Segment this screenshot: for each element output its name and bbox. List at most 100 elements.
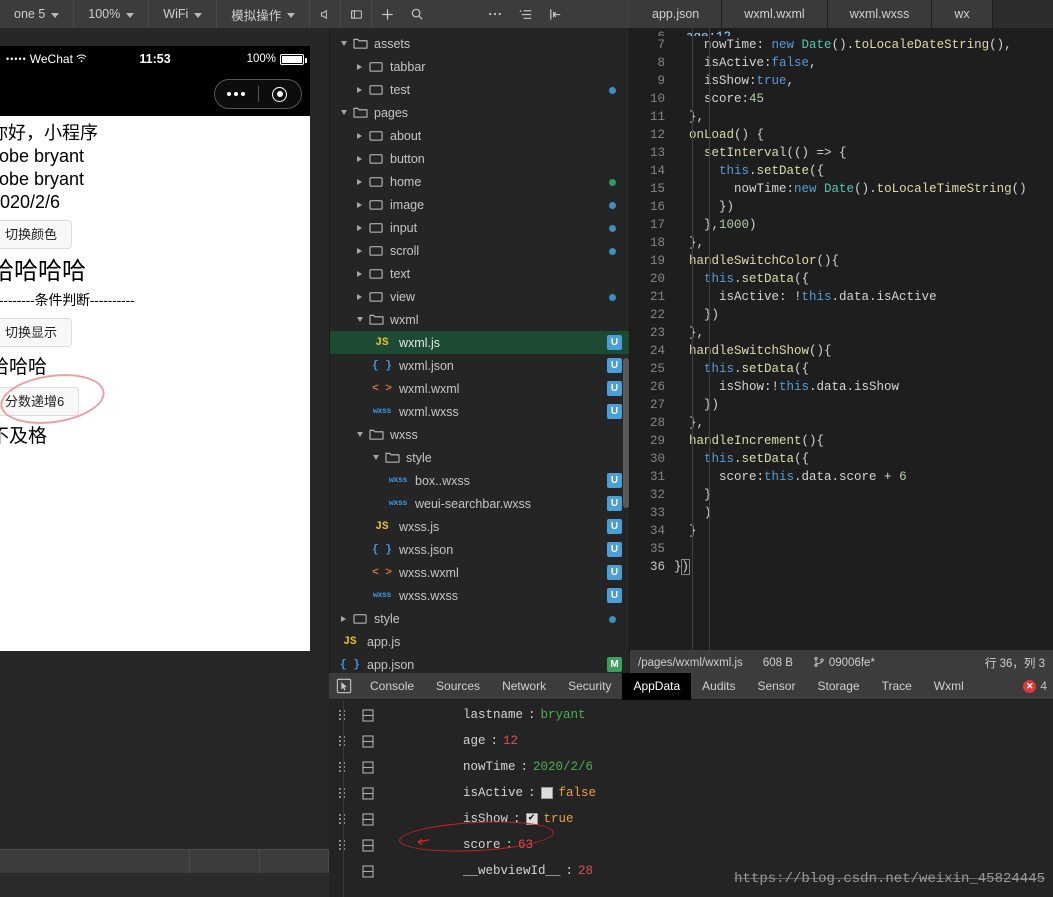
tab-app-json[interactable]: app.json: [630, 0, 723, 28]
file-tree-row-box-wxss[interactable]: wxss box..wxss U: [329, 469, 630, 492]
code-line-7[interactable]: 7 nowTime: new Date().toLocaleDateString…: [630, 36, 1053, 54]
capsule-button[interactable]: [214, 79, 302, 109]
chevron-down-icon[interactable]: [337, 32, 350, 55]
code-line-17[interactable]: 17 },1000): [630, 216, 1053, 234]
file-tree-row-wxml-wxml[interactable]: < > wxml.wxml U: [329, 377, 630, 400]
code-line-16[interactable]: 16 }): [630, 198, 1053, 216]
node-toggle-icon[interactable]: [355, 708, 381, 722]
appdata-value[interactable]: 28: [578, 864, 593, 878]
code-line-25[interactable]: 25 this.setData({: [630, 360, 1053, 378]
checkbox-checked-icon[interactable]: ✔: [525, 813, 538, 825]
more-icon[interactable]: [480, 0, 510, 28]
file-tree-row-pages[interactable]: pages: [329, 101, 630, 124]
appdata-value[interactable]: false: [559, 786, 597, 800]
file-tree-row-image[interactable]: image: [329, 193, 630, 216]
appdata-row-score[interactable]: score:63: [329, 832, 1053, 858]
code-line-27[interactable]: 27 }): [630, 396, 1053, 414]
chevron-right-icon[interactable]: [353, 78, 366, 101]
list-icon[interactable]: [510, 0, 540, 28]
drag-handle-icon[interactable]: [329, 762, 355, 772]
file-tree-row-scroll[interactable]: scroll: [329, 239, 630, 262]
debugger-tab-network[interactable]: Network: [491, 673, 557, 700]
switch-show-button[interactable]: 切换显示: [0, 318, 73, 347]
chevron-right-icon[interactable]: [353, 193, 366, 216]
chevron-right-icon[interactable]: [337, 607, 350, 630]
code-line-22[interactable]: 22 }): [630, 306, 1053, 324]
file-tree-row-text[interactable]: text: [329, 262, 630, 285]
file-tree-row-style[interactable]: style: [329, 607, 630, 630]
code-line-34[interactable]: 34 }: [630, 522, 1053, 540]
inspect-cursor-icon[interactable]: [329, 678, 359, 694]
code-line-23[interactable]: 23 },: [630, 324, 1053, 342]
file-tree-row-wxss[interactable]: wxss: [329, 423, 630, 446]
node-toggle-icon[interactable]: [355, 864, 381, 878]
file-tree-row-assets[interactable]: assets: [329, 32, 630, 55]
phone-preview[interactable]: ••••• WeChat 11:53 100% 你好，小程序 obe bryan…: [0, 46, 310, 651]
status-branch[interactable]: 09006fe*: [813, 656, 875, 671]
increment-score-button[interactable]: 分数递增6: [0, 387, 80, 416]
panel-divider-left[interactable]: [329, 28, 330, 673]
code-line-24[interactable]: 24 handleSwitchShow(){: [630, 342, 1053, 360]
capsule-close-icon[interactable]: [259, 86, 302, 102]
code-line-14[interactable]: 14 this.setDate({: [630, 162, 1053, 180]
drag-handle-icon[interactable]: [329, 736, 355, 746]
drag-handle-icon[interactable]: [329, 710, 355, 720]
appdata-row-lastname[interactable]: lastname: bryant: [329, 702, 1053, 728]
debugger-tab-console[interactable]: Console: [359, 673, 425, 700]
chevron-right-icon[interactable]: [353, 285, 366, 308]
error-counter[interactable]: ✕ 4: [1023, 679, 1053, 693]
code-line-28[interactable]: 28 },: [630, 414, 1053, 432]
chevron-right-icon[interactable]: [353, 216, 366, 239]
code-line-29[interactable]: 29 handleIncrement(){: [630, 432, 1053, 450]
chevron-right-icon[interactable]: [353, 147, 366, 170]
code-line-19[interactable]: 19 handleSwitchColor(){: [630, 252, 1053, 270]
file-tree-row-home[interactable]: home: [329, 170, 630, 193]
file-tree-row-test[interactable]: test: [329, 78, 630, 101]
code-line-12[interactable]: 12 onLoad() {: [630, 126, 1053, 144]
debugger-tab-audits[interactable]: Audits: [691, 673, 746, 700]
debugger-tab-sources[interactable]: Sources: [425, 673, 491, 700]
file-tree-row-wxss-wxss[interactable]: wxss wxss.wxss U: [329, 584, 630, 607]
code-line-18[interactable]: 18 },: [630, 234, 1053, 252]
code-line-31[interactable]: 31 score:this.data.score + 6: [630, 468, 1053, 486]
file-tree-row-input[interactable]: input: [329, 216, 630, 239]
debugger-tab-sensor[interactable]: Sensor: [747, 673, 807, 700]
code-line-36[interactable]: 36}): [630, 558, 1053, 576]
file-tree-row-wxss-json[interactable]: { } wxss.json U: [329, 538, 630, 561]
tab-wxml-wxss[interactable]: wxml.wxss: [827, 0, 933, 28]
chevron-down-icon[interactable]: [337, 101, 350, 124]
code-line-10[interactable]: 10 score:45: [630, 90, 1053, 108]
file-tree-row-style[interactable]: style: [329, 446, 630, 469]
appdata-value[interactable]: 2020/2/6: [533, 760, 593, 774]
chevron-down-icon[interactable]: [353, 423, 366, 446]
chevron-right-icon[interactable]: [353, 124, 366, 147]
search-icon[interactable]: [402, 0, 432, 28]
file-tree-row-weui-searchbar-wxss[interactable]: wxss weui-searchbar.wxss U: [329, 492, 630, 515]
code-line-26[interactable]: 26 isShow:!this.data.isShow: [630, 378, 1053, 396]
node-toggle-icon[interactable]: [355, 812, 381, 826]
code-line-11[interactable]: 11 },: [630, 108, 1053, 126]
code-line-15[interactable]: 15 nowTime:new Date().toLocaleTimeString…: [630, 180, 1053, 198]
code-editor[interactable]: 6 age:12, 7 nowTime: new Date().toLocale…: [630, 28, 1053, 650]
file-explorer[interactable]: assets tabbar test pages about button home imag…: [329, 28, 630, 673]
chevron-right-icon[interactable]: [353, 262, 366, 285]
code-line-21[interactable]: 21 isActive: !this.data.isActive: [630, 288, 1053, 306]
file-tree-row-wxml-wxss[interactable]: wxss wxml.wxss U: [329, 400, 630, 423]
panel-toggle-icon[interactable]: [540, 0, 570, 28]
volume-icon[interactable]: [310, 0, 340, 28]
code-line-13[interactable]: 13 setInterval(() => {: [630, 144, 1053, 162]
panel-divider-right[interactable]: [629, 28, 630, 673]
appdata-value[interactable]: bryant: [541, 708, 586, 722]
checkbox-unchecked-icon[interactable]: [540, 787, 553, 799]
drag-handle-icon[interactable]: [329, 788, 355, 798]
file-tree-row-view[interactable]: view: [329, 285, 630, 308]
chevron-right-icon[interactable]: [353, 55, 366, 78]
debugger-tab-appdata[interactable]: AppData: [622, 672, 692, 700]
plus-icon[interactable]: [372, 0, 402, 28]
code-line-33[interactable]: 33 ): [630, 504, 1053, 522]
file-tree-row-wxss-js[interactable]: JS wxss.js U: [329, 515, 630, 538]
code-line-35[interactable]: 35: [630, 540, 1053, 558]
file-tree-row-wxml[interactable]: wxml: [329, 308, 630, 331]
screen-icon[interactable]: [341, 0, 371, 28]
appdata-row-age[interactable]: age :12: [329, 728, 1053, 754]
